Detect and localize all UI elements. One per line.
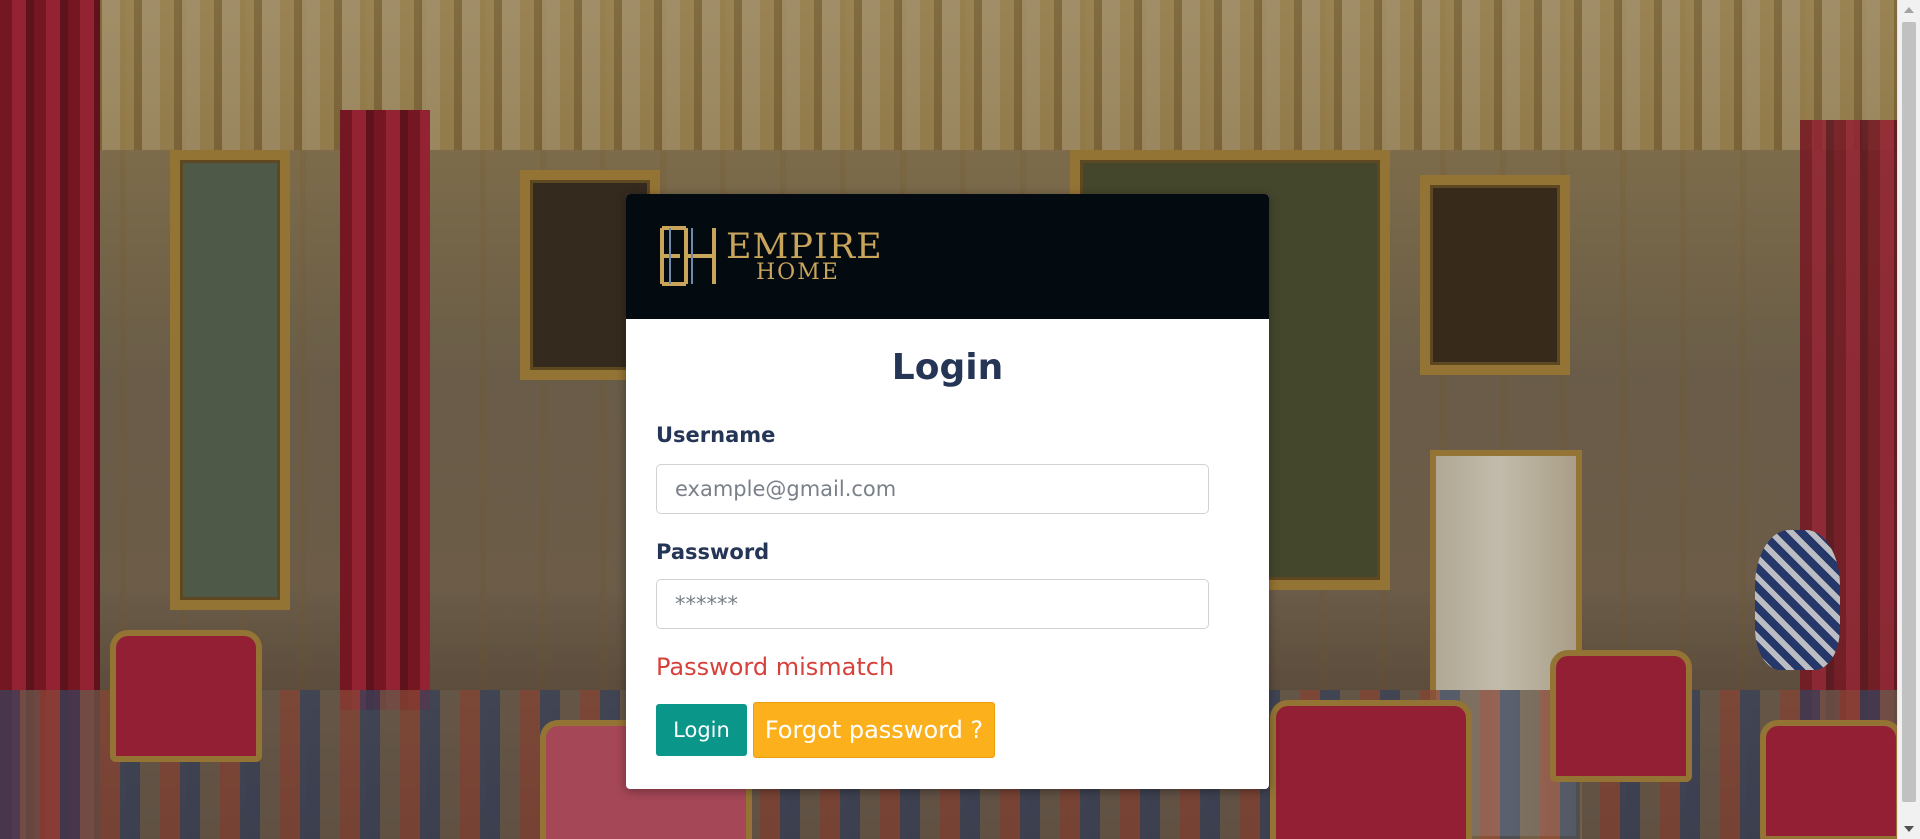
password-label: Password	[656, 540, 770, 564]
logo-word-home: HOME	[756, 260, 840, 285]
username-input[interactable]	[656, 464, 1209, 514]
scrollbar-thumb[interactable]	[1902, 22, 1916, 802]
scroll-up-button[interactable]	[1898, 0, 1920, 20]
empire-home-logo[interactable]: EMPIRE HOME	[656, 224, 882, 289]
card-header: EMPIRE HOME	[626, 194, 1269, 319]
username-label: Username	[656, 423, 776, 447]
page-scrollbar[interactable]	[1897, 0, 1920, 839]
forgot-password-button[interactable]: Forgot password ?	[753, 702, 995, 758]
error-message: Password mismatch	[656, 653, 895, 681]
login-button[interactable]: Login	[656, 704, 747, 756]
password-input[interactable]	[656, 579, 1209, 629]
scroll-down-button[interactable]	[1898, 819, 1920, 839]
triangle-up-icon	[1904, 7, 1914, 13]
triangle-down-icon	[1904, 826, 1914, 832]
page-title: Login	[891, 347, 1004, 388]
login-card: EMPIRE HOME Login Username Password Pass…	[626, 194, 1269, 789]
eh-monogram-icon	[660, 226, 716, 286]
